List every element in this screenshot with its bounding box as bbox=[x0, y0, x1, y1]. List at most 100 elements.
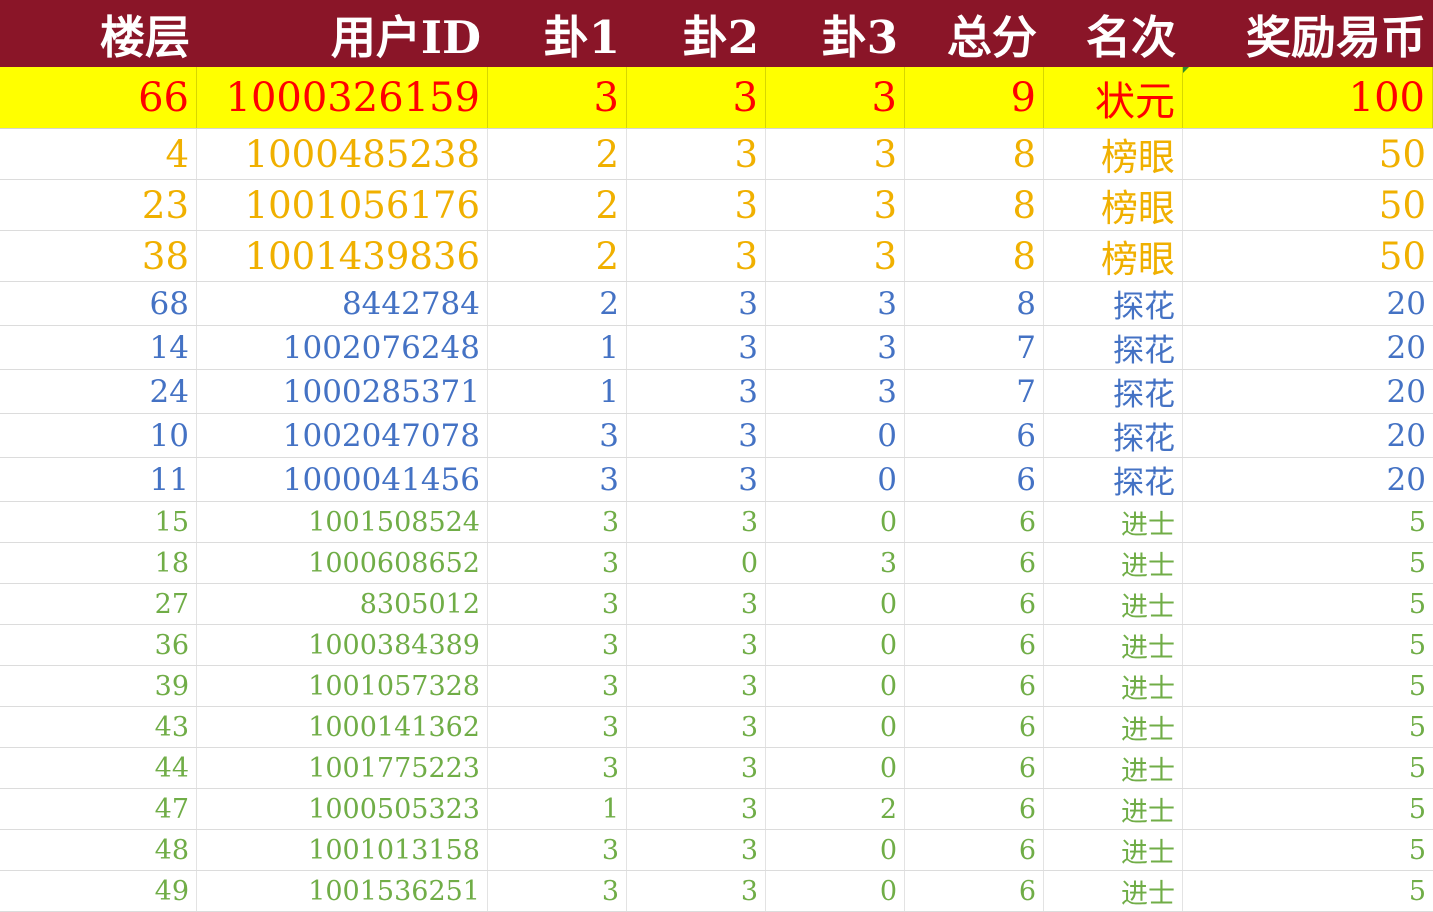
rank-cell[interactable]: 进士 bbox=[1044, 830, 1183, 870]
total-score-cell[interactable]: 6 bbox=[905, 625, 1044, 665]
header-gua1[interactable]: 卦1 bbox=[488, 0, 627, 67]
floor-cell[interactable]: 15 bbox=[0, 502, 197, 542]
reward-cell[interactable]: 5 bbox=[1183, 625, 1433, 665]
floor-cell[interactable]: 68 bbox=[0, 282, 197, 325]
header-reward[interactable]: 奖励易币 bbox=[1183, 0, 1433, 67]
total-score-cell[interactable]: 8 bbox=[905, 282, 1044, 325]
gua1-cell[interactable]: 3 bbox=[488, 830, 627, 870]
header-total-score[interactable]: 总分 bbox=[905, 0, 1044, 67]
total-score-cell[interactable]: 8 bbox=[905, 129, 1044, 179]
rank-cell[interactable]: 状元 bbox=[1044, 67, 1183, 128]
total-score-cell[interactable]: 7 bbox=[905, 370, 1044, 413]
gua2-cell[interactable]: 3 bbox=[627, 625, 766, 665]
gua3-cell[interactable]: 0 bbox=[766, 414, 905, 457]
total-score-cell[interactable]: 6 bbox=[905, 502, 1044, 542]
gua1-cell[interactable]: 3 bbox=[488, 458, 627, 501]
rank-cell[interactable]: 榜眼 bbox=[1044, 129, 1183, 179]
total-score-cell[interactable]: 6 bbox=[905, 830, 1044, 870]
rank-cell[interactable]: 探花 bbox=[1044, 370, 1183, 413]
floor-cell[interactable]: 47 bbox=[0, 789, 197, 829]
gua3-cell[interactable]: 3 bbox=[766, 180, 905, 230]
user-id-cell[interactable]: 1000285371 bbox=[197, 370, 488, 413]
reward-cell[interactable]: 20 bbox=[1183, 326, 1433, 369]
floor-cell[interactable]: 24 bbox=[0, 370, 197, 413]
rank-cell[interactable]: 探花 bbox=[1044, 326, 1183, 369]
user-id-cell[interactable]: 1000326159 bbox=[197, 67, 488, 128]
floor-cell[interactable]: 38 bbox=[0, 231, 197, 281]
reward-cell[interactable]: 20 bbox=[1183, 458, 1433, 501]
total-score-cell[interactable]: 7 bbox=[905, 326, 1044, 369]
gua2-cell[interactable]: 3 bbox=[627, 666, 766, 706]
rank-cell[interactable]: 进士 bbox=[1044, 707, 1183, 747]
floor-cell[interactable]: 18 bbox=[0, 543, 197, 583]
reward-cell[interactable]: 5 bbox=[1183, 707, 1433, 747]
total-score-cell[interactable]: 6 bbox=[905, 543, 1044, 583]
reward-cell[interactable]: 5 bbox=[1183, 502, 1433, 542]
total-score-cell[interactable]: 6 bbox=[905, 789, 1044, 829]
gua2-cell[interactable]: 3 bbox=[627, 584, 766, 624]
reward-cell[interactable]: 50 bbox=[1183, 231, 1433, 281]
gua1-cell[interactable]: 3 bbox=[488, 414, 627, 457]
gua1-cell[interactable]: 1 bbox=[488, 789, 627, 829]
gua2-cell[interactable]: 3 bbox=[627, 748, 766, 788]
gua1-cell[interactable]: 3 bbox=[488, 748, 627, 788]
user-id-cell[interactable]: 1001057328 bbox=[197, 666, 488, 706]
total-score-cell[interactable]: 6 bbox=[905, 748, 1044, 788]
total-score-cell[interactable]: 6 bbox=[905, 584, 1044, 624]
gua2-cell[interactable]: 3 bbox=[627, 370, 766, 413]
floor-cell[interactable]: 4 bbox=[0, 129, 197, 179]
rank-cell[interactable]: 进士 bbox=[1044, 625, 1183, 665]
rank-cell[interactable]: 进士 bbox=[1044, 748, 1183, 788]
gua1-cell[interactable]: 3 bbox=[488, 625, 627, 665]
gua3-cell[interactable]: 3 bbox=[766, 370, 905, 413]
reward-cell[interactable]: 5 bbox=[1183, 543, 1433, 583]
gua3-cell[interactable]: 3 bbox=[766, 231, 905, 281]
reward-cell[interactable]: 5 bbox=[1183, 666, 1433, 706]
header-gua3[interactable]: 卦3 bbox=[766, 0, 905, 67]
floor-cell[interactable]: 10 bbox=[0, 414, 197, 457]
header-floor[interactable]: 楼层 bbox=[0, 0, 197, 67]
gua3-cell[interactable]: 3 bbox=[766, 543, 905, 583]
gua2-cell[interactable]: 3 bbox=[627, 231, 766, 281]
total-score-cell[interactable]: 8 bbox=[905, 180, 1044, 230]
gua3-cell[interactable]: 3 bbox=[766, 129, 905, 179]
gua3-cell[interactable]: 3 bbox=[766, 326, 905, 369]
user-id-cell[interactable]: 1000041456 bbox=[197, 458, 488, 501]
gua2-cell[interactable]: 3 bbox=[627, 180, 766, 230]
gua3-cell[interactable]: 3 bbox=[766, 67, 905, 128]
gua1-cell[interactable]: 1 bbox=[488, 326, 627, 369]
header-rank[interactable]: 名次 bbox=[1044, 0, 1183, 67]
floor-cell[interactable]: 39 bbox=[0, 666, 197, 706]
rank-cell[interactable]: 探花 bbox=[1044, 282, 1183, 325]
user-id-cell[interactable]: 1000485238 bbox=[197, 129, 488, 179]
reward-cell[interactable]: 100 bbox=[1183, 67, 1433, 128]
total-score-cell[interactable]: 6 bbox=[905, 707, 1044, 747]
reward-cell[interactable]: 5 bbox=[1183, 584, 1433, 624]
gua2-cell[interactable]: 3 bbox=[627, 67, 766, 128]
floor-cell[interactable]: 66 bbox=[0, 67, 197, 128]
floor-cell[interactable]: 36 bbox=[0, 625, 197, 665]
user-id-cell[interactable]: 1002047078 bbox=[197, 414, 488, 457]
gua1-cell[interactable]: 3 bbox=[488, 584, 627, 624]
gua2-cell[interactable]: 0 bbox=[627, 543, 766, 583]
reward-cell[interactable]: 50 bbox=[1183, 180, 1433, 230]
gua3-cell[interactable]: 2 bbox=[766, 789, 905, 829]
gua2-cell[interactable]: 3 bbox=[627, 414, 766, 457]
user-id-cell[interactable]: 1000384389 bbox=[197, 625, 488, 665]
gua2-cell[interactable]: 3 bbox=[627, 871, 766, 911]
rank-cell[interactable]: 榜眼 bbox=[1044, 180, 1183, 230]
reward-cell[interactable]: 5 bbox=[1183, 830, 1433, 870]
reward-cell[interactable]: 5 bbox=[1183, 748, 1433, 788]
user-id-cell[interactable]: 1001056176 bbox=[197, 180, 488, 230]
rank-cell[interactable]: 进士 bbox=[1044, 584, 1183, 624]
user-id-cell[interactable]: 8442784 bbox=[197, 282, 488, 325]
reward-cell[interactable]: 20 bbox=[1183, 282, 1433, 325]
rank-cell[interactable]: 进士 bbox=[1044, 871, 1183, 911]
user-id-cell[interactable]: 8305012 bbox=[197, 584, 488, 624]
gua2-cell[interactable]: 3 bbox=[627, 707, 766, 747]
reward-cell[interactable]: 5 bbox=[1183, 789, 1433, 829]
user-id-cell[interactable]: 1000141362 bbox=[197, 707, 488, 747]
gua1-cell[interactable]: 2 bbox=[488, 282, 627, 325]
gua1-cell[interactable]: 3 bbox=[488, 707, 627, 747]
header-user-id[interactable]: 用户ID bbox=[197, 0, 488, 67]
